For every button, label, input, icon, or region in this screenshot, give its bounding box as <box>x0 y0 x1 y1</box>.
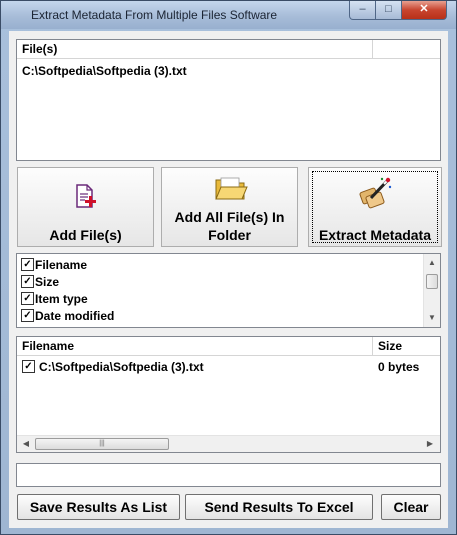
checkbox-date-modified[interactable]: ✓ <box>21 309 34 322</box>
files-list-header: File(s) <box>17 40 440 59</box>
row-checkbox[interactable]: ✓ <box>22 360 35 373</box>
add-folder-label-line1: Add All File(s) In <box>174 209 285 225</box>
send-results-to-excel-button[interactable]: Send Results To Excel <box>185 494 373 520</box>
add-folder-button[interactable]: Add All File(s) In Folder <box>161 167 298 247</box>
maximize-button[interactable]: □ <box>375 1 402 20</box>
add-folder-label-line2: Folder <box>208 227 251 243</box>
client-area: File(s) C:\Softpedia\Softpedia (3).txt A… <box>9 31 448 528</box>
result-filename: C:\Softpedia\Softpedia (3).txt <box>39 360 204 374</box>
clear-button[interactable]: Clear <box>381 494 441 520</box>
save-results-as-list-button[interactable]: Save Results As List <box>17 494 180 520</box>
scroll-left-arrow-icon[interactable]: ◀ <box>18 436 34 452</box>
column-header-filename[interactable]: Filename <box>17 337 373 356</box>
window-title: Extract Metadata From Multiple Files Sof… <box>31 8 278 22</box>
add-files-button[interactable]: Add File(s) <box>17 167 154 247</box>
checkbox-filename[interactable]: ✓ <box>21 258 34 271</box>
extract-wand-icon <box>359 177 392 209</box>
column-header-size[interactable]: Size <box>373 337 440 356</box>
scroll-down-arrow-icon[interactable]: ▼ <box>424 310 440 326</box>
file-list-item[interactable]: C:\Softpedia\Softpedia (3).txt <box>22 64 187 78</box>
property-label: Filename <box>35 258 88 272</box>
property-label: Item type <box>35 292 88 306</box>
minimize-button[interactable]: – <box>349 1 376 20</box>
scroll-up-arrow-icon[interactable]: ▲ <box>424 255 440 271</box>
column-header-files[interactable]: File(s) <box>17 40 373 59</box>
results-list[interactable]: Filename Size ✓ C:\Softpedia\Softpedia (… <box>16 336 441 453</box>
files-list[interactable]: File(s) C:\Softpedia\Softpedia (3).txt <box>16 39 441 161</box>
scroll-right-arrow-icon[interactable]: ▶ <box>422 436 438 452</box>
properties-vertical-scrollbar[interactable]: ▲ ▼ <box>423 254 440 327</box>
checkbox-item-type[interactable]: ✓ <box>21 292 34 305</box>
scroll-thumb[interactable]: ||| <box>35 438 169 450</box>
extract-metadata-button[interactable]: Extract Metadata <box>308 167 442 247</box>
document-add-icon <box>76 184 96 208</box>
results-horizontal-scrollbar[interactable]: ◀ ||| ▶ <box>17 435 440 452</box>
title-bar[interactable]: Extract Metadata From Multiple Files Sof… <box>1 1 456 29</box>
extract-metadata-label: Extract Metadata <box>318 227 432 243</box>
column-header-blank[interactable] <box>373 40 440 59</box>
property-label: Size <box>35 275 60 289</box>
status-field <box>16 463 441 487</box>
scroll-thumb[interactable] <box>426 274 438 289</box>
app-window: Extract Metadata From Multiple Files Sof… <box>0 0 457 535</box>
checkbox-size[interactable]: ✓ <box>21 275 34 288</box>
results-list-header: Filename Size <box>17 337 440 356</box>
properties-checklist[interactable]: ✓ Filename ✓ Size ✓ Item type ✓ Date mod… <box>16 253 441 328</box>
add-files-label: Add File(s) <box>49 227 122 243</box>
property-label: Date modified <box>35 309 115 323</box>
table-row[interactable]: ✓ C:\Softpedia\Softpedia (3).txt 0 bytes <box>17 358 440 376</box>
result-size: 0 bytes <box>378 360 420 374</box>
folder-open-icon <box>215 177 248 200</box>
close-button[interactable]: ✕ <box>401 1 447 20</box>
